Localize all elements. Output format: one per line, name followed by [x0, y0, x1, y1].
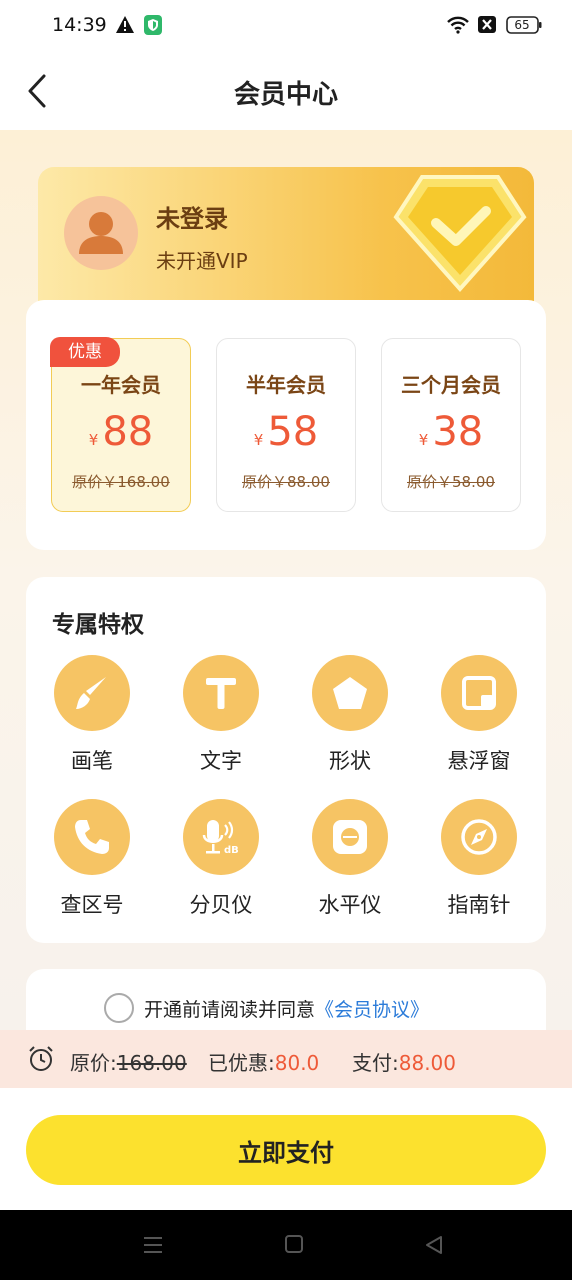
- privilege-text[interactable]: 文字: [166, 655, 276, 785]
- privilege-label: 形状: [329, 749, 371, 773]
- compass-icon: [461, 819, 497, 855]
- page-title: 会员中心: [233, 80, 338, 110]
- alarm-clock-icon: [29, 1046, 53, 1071]
- avatar[interactable]: [64, 196, 138, 270]
- plan-original-price: 原价￥168.00: [72, 473, 170, 491]
- privilege-label: 查区号: [60, 893, 124, 917]
- privilege-label: 文字: [200, 749, 242, 773]
- nav-bar: 会员中心: [0, 50, 572, 130]
- privilege-shape[interactable]: 形状: [295, 655, 405, 785]
- section-title: 专属特权: [52, 612, 144, 638]
- pentagon-icon: [333, 677, 367, 709]
- brush-icon: [76, 677, 106, 709]
- price-summary-bar: 原价:168.00 已优惠:80.0 支付:88.00: [0, 1030, 572, 1088]
- privilege-brush[interactable]: 画笔: [37, 655, 147, 785]
- user-card[interactable]: 未登录 未开通VIP: [38, 167, 534, 317]
- battery-level: 65: [514, 18, 530, 32]
- plan-yearly[interactable]: 一年会员 ¥88 原价￥168.00 优惠: [50, 337, 191, 512]
- pay-amount-summary: 支付:88.00: [352, 1051, 457, 1075]
- agreement-text: 开通前请阅读并同意《会员协议》: [144, 999, 430, 1021]
- level-icon: [333, 820, 367, 854]
- promo-tag: 优惠: [50, 337, 120, 367]
- privilege-label: 指南针: [447, 893, 511, 917]
- privilege-label: 水平仪: [318, 893, 382, 917]
- vip-status: 未开通VIP: [156, 249, 248, 273]
- plan-price: ¥88: [88, 409, 154, 455]
- privilege-label: 悬浮窗: [447, 749, 511, 773]
- privilege-label: 画笔: [71, 749, 113, 773]
- user-name[interactable]: 未登录: [156, 199, 228, 234]
- text-icon: [206, 678, 236, 709]
- plans-card: 一年会员 ¥88 原价￥168.00 优惠 半年会员 ¥58 原价￥88.00 …: [26, 300, 546, 550]
- privileges-card: 专属特权 画笔 文字 形状 悬浮窗 查区号 dB 分贝仪 水平仪 指南针: [26, 577, 546, 943]
- home-icon[interactable]: [284, 1234, 304, 1254]
- plan-name: 三个月会员: [401, 373, 501, 397]
- system-nav-bar: [0, 1210, 572, 1280]
- warning-icon: [116, 16, 134, 33]
- privilege-level[interactable]: 水平仪: [295, 799, 405, 929]
- plan-original-price: 原价￥58.00: [407, 473, 495, 491]
- no-sim-icon: [478, 16, 496, 33]
- plan-price: ¥58: [253, 409, 319, 455]
- privilege-floating-window[interactable]: 悬浮窗: [424, 655, 534, 785]
- decibel-meter-icon: dB: [202, 820, 239, 856]
- plan-half-year[interactable]: 半年会员 ¥58 原价￥88.00: [216, 338, 356, 512]
- pay-now-button[interactable]: 立即支付: [26, 1115, 546, 1185]
- vip-badge-icon: [393, 175, 527, 293]
- shield-icon: [144, 15, 162, 35]
- status-time: 14:39: [52, 14, 107, 36]
- agree-checkbox[interactable]: [104, 993, 134, 1023]
- privilege-label: 分贝仪: [189, 893, 253, 917]
- plan-three-months[interactable]: 三个月会员 ¥38 原价￥58.00: [381, 338, 521, 512]
- back-triangle-icon[interactable]: [424, 1234, 444, 1256]
- plan-price: ¥38: [418, 409, 484, 455]
- discount-summary: 已优惠:80.0: [208, 1051, 320, 1075]
- wifi-icon: [447, 16, 469, 34]
- phone-icon: [75, 820, 109, 854]
- privilege-area-code[interactable]: 查区号: [37, 799, 147, 929]
- plan-name: 一年会员: [81, 373, 161, 397]
- privilege-compass[interactable]: 指南针: [424, 799, 534, 929]
- svg-text:dB: dB: [224, 845, 239, 856]
- original-price-summary: 原价:168.00: [70, 1051, 187, 1075]
- plan-name: 半年会员: [246, 373, 326, 397]
- floating-window-icon: [462, 676, 496, 710]
- plan-original-price: 原价￥88.00: [242, 473, 330, 491]
- membership-agreement-link[interactable]: 《会员协议》: [315, 999, 429, 1021]
- status-bar: 14:39 65: [0, 0, 572, 50]
- user-icon: [79, 212, 123, 254]
- privilege-decibel[interactable]: dB 分贝仪: [166, 799, 276, 929]
- menu-icon[interactable]: [142, 1234, 164, 1256]
